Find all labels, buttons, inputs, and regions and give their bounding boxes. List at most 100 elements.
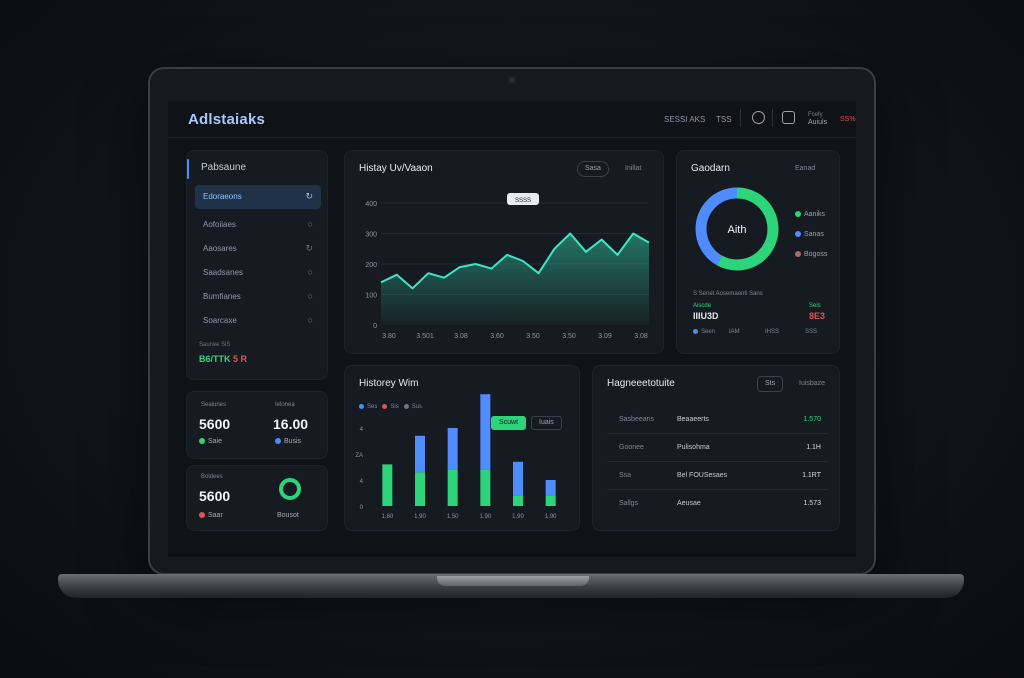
bar-green	[545, 495, 556, 506]
y-tick-label: ZA	[355, 453, 363, 459]
line-chart: 0 100 200 300 400 3.80 3.501 3.08 3.60 3.50 3.50 3.…	[365, 193, 650, 340]
bar-blue	[480, 394, 491, 470]
x-tick-label: 3.08	[634, 333, 648, 340]
ring-icon	[279, 478, 301, 500]
x-tick-label: 1.90	[545, 514, 557, 520]
sidebar-item-5[interactable]: Bumfianes ○	[195, 285, 321, 309]
sidebar-item-6[interactable]: Soarcaxe ○	[195, 309, 321, 333]
legend-label: Aaniks	[804, 211, 826, 218]
sidebar-item-1[interactable]: Edoraeons ↻	[195, 185, 321, 209]
y-tick-label: 300	[365, 232, 377, 239]
bar-blue	[447, 428, 458, 470]
chart-tooltip: SSSS	[507, 193, 539, 205]
laptop-notch	[437, 576, 589, 586]
sidebar-item-4[interactable]: Saadsanes ○	[195, 261, 321, 285]
stat-legend-right: Bousot	[277, 512, 299, 519]
stat-label: Ielonea	[275, 402, 295, 408]
blue-dot-icon	[795, 231, 801, 237]
panel-link[interactable]: Eanad	[795, 165, 815, 172]
footer-bottom-text: Seen	[701, 329, 716, 335]
x-tick-label: 1.90	[414, 514, 426, 520]
donut-chart: Aith	[695, 187, 779, 271]
sidebar: Pabsaune Edoraeons ↻ Aofoiiaes ○ Aaosare…	[186, 150, 328, 380]
legend-item: Aaniks	[795, 211, 825, 218]
line-chart-panel: Histay Uv/Vaaon Sasa Inillat 0 100 200 300 4…	[344, 150, 664, 354]
sidebar-stat-red: 5 R	[233, 354, 248, 364]
y-tick-label: 100	[365, 293, 377, 300]
notification-icon[interactable]	[782, 111, 795, 124]
y-tick-label: 0	[360, 505, 364, 511]
legend-label: Bogoss	[804, 251, 828, 258]
dot-icon: ○	[307, 267, 313, 277]
sidebar-item-2[interactable]: Aofoiiaes ○	[195, 213, 321, 237]
y-tick-label: 4	[360, 479, 364, 485]
stat-legend: Saie	[199, 438, 222, 445]
sidebar-stat: B6/TTK 5 R	[199, 354, 247, 364]
table-row[interactable]: Sallgs Aeusae 1.573	[607, 490, 829, 518]
sidebar-item-label: Bumfianes	[203, 292, 241, 301]
panel-title: Hagneeetotuite	[607, 378, 675, 389]
table-row[interactable]: Sasbeeans Beaaeerts 1.570	[607, 406, 829, 434]
footer-right-value: 8E3	[809, 311, 826, 321]
user-name[interactable]: Auiuls	[808, 119, 827, 126]
filter-pill[interactable]: Sts	[757, 376, 784, 392]
table-cell: Aeusae	[677, 500, 701, 507]
sidebar-item-3[interactable]: Aaosares ↻	[195, 237, 321, 261]
x-tick-label: 1.80	[381, 514, 393, 520]
x-tick-label: 3.501	[416, 333, 434, 340]
donut-center-label: Aith	[728, 224, 747, 236]
table-cell: Pulisohma	[677, 444, 710, 451]
dot-icon: ○	[307, 291, 313, 301]
dot-icon: ○	[307, 219, 313, 229]
red-dot-icon	[199, 512, 205, 518]
legend-label: Sanas	[804, 231, 824, 238]
laptop-lid: Adlstaiaks SESSI AKS TSS Fcefy Auiuls SS…	[148, 67, 876, 575]
sidebar-accent	[187, 159, 189, 179]
app-brand[interactable]: Adlstaiaks	[188, 111, 265, 128]
panel-title: Gaodarn	[691, 163, 730, 174]
stat-legend-text: Busis	[284, 438, 302, 445]
y-tick-label: 200	[365, 262, 377, 269]
legend-item: Sanas	[795, 231, 824, 238]
table-row[interactable]: Goonee Pulisohma 1.1H	[607, 434, 829, 462]
footer-right-small: Seis	[809, 303, 821, 309]
table-cell: 1.570	[803, 416, 821, 423]
table-cell: 1.573	[803, 500, 821, 507]
bar-blue	[415, 435, 425, 473]
table-cell: Sasbeeans	[619, 416, 655, 423]
sidebar-item-label: Aofoiiaes	[203, 220, 236, 229]
sidebar-item-label: Aaosares	[203, 244, 237, 253]
table-cell: Bel FOUSesaes	[677, 472, 728, 479]
stat-label: Seaiunes	[201, 402, 227, 408]
theme-icon[interactable]	[752, 111, 765, 124]
divider	[740, 109, 741, 127]
bar-blue	[513, 461, 523, 496]
top-link-1[interactable]: SESSI AKS	[664, 115, 705, 124]
footer-left-small: Aiscde	[693, 303, 712, 309]
y-tick-label: 4	[360, 427, 364, 433]
footer-left-value: IIIU3D	[693, 311, 719, 321]
x-tick-label: 1.50	[447, 514, 459, 520]
top-link-2[interactable]: TSS	[716, 115, 732, 124]
stat-value: 5600	[199, 488, 231, 504]
user-value: SS%	[840, 116, 856, 123]
panel-link[interactable]: Iuisbaze	[799, 380, 825, 387]
bar-green	[480, 469, 491, 506]
bar-green	[415, 472, 425, 506]
stats-card-1: Seaiunes 5600 Saie Ielonea 16.00 Busis	[186, 391, 328, 459]
bar-green	[513, 495, 523, 506]
stat-legend: Saar	[199, 512, 223, 519]
stats-card-2: Boldees 5600 Saar Bousot	[186, 465, 328, 531]
tooltip-text: SSSS	[515, 198, 531, 204]
bar-green	[447, 469, 458, 506]
table-cell: Beaaeerts	[677, 416, 709, 423]
donut-panel: Gaodarn Eanad Aith Aaniks Sanas Bogoss S…	[676, 150, 840, 354]
red-dot-icon	[795, 251, 801, 257]
x-tick-label: 3.50	[526, 333, 540, 340]
green-dot-icon	[795, 211, 801, 217]
table-row[interactable]: Ssa Bel FOUSesaes 1.1RT	[607, 462, 829, 490]
stat-legend-text: Saar	[208, 512, 223, 519]
table-cell: 1.1H	[806, 444, 821, 451]
y-tick-label: 0	[373, 323, 377, 330]
bar-blue	[545, 480, 556, 496]
